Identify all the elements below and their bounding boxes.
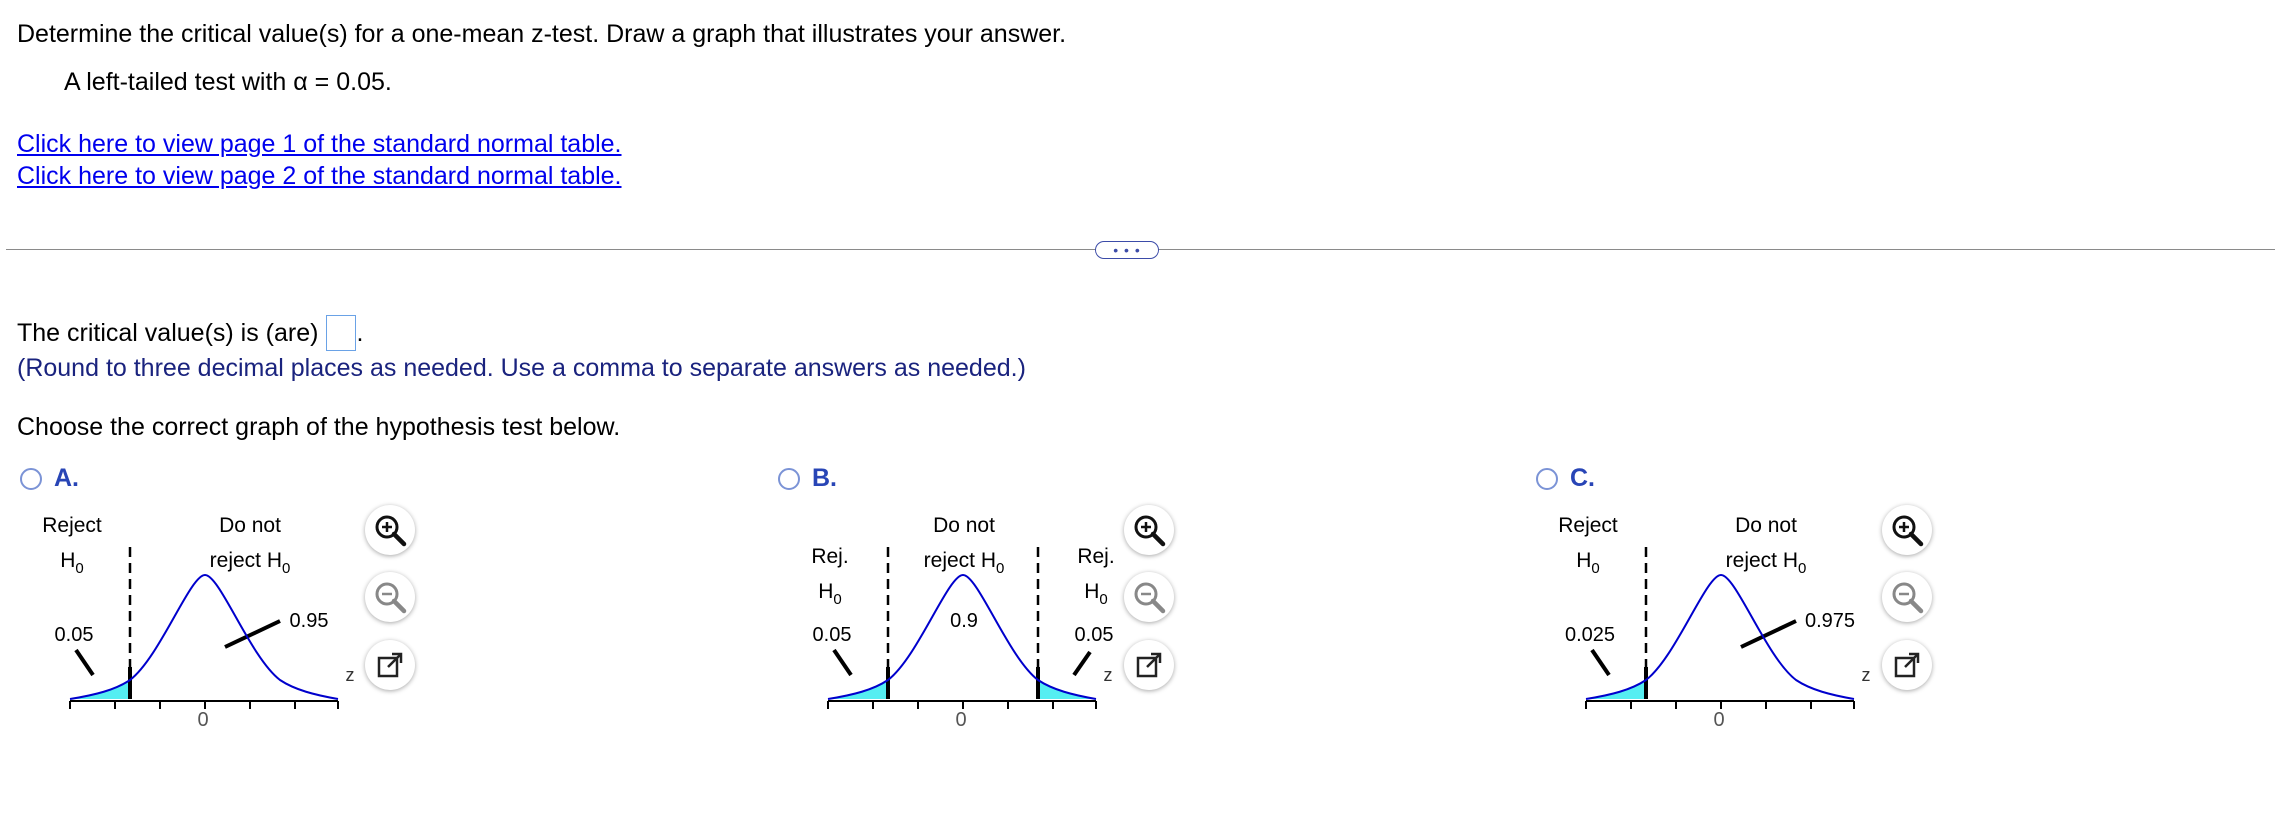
option-c-axis-zero: 0 bbox=[1713, 709, 1724, 731]
option-b-left-pointer bbox=[832, 648, 853, 677]
option-b-right-shade bbox=[1038, 680, 1096, 699]
option-a-head[interactable]: A. bbox=[20, 464, 79, 493]
option-c-reject-h0-label: reject H0 bbox=[1726, 549, 1807, 577]
option-a-letter: A. bbox=[54, 464, 79, 492]
option-c-axis-z: z bbox=[1862, 665, 1871, 685]
open-in-new-window-icon bbox=[1894, 652, 1920, 678]
critical-value-line: The critical value(s) is (are) . bbox=[17, 315, 363, 351]
option-b-rej-left-label: Rej. bbox=[811, 545, 848, 568]
question-prompt: Determine the critical value(s) for a on… bbox=[17, 20, 1067, 48]
option-b-axis-zero: 0 bbox=[955, 709, 966, 731]
option-a-open-window-button[interactable] bbox=[365, 640, 415, 690]
expand-more-button[interactable]: • • • bbox=[1095, 241, 1159, 259]
option-c-open-window-button[interactable] bbox=[1882, 640, 1932, 690]
zoom-out-icon bbox=[1134, 582, 1166, 614]
option-b-rej-left-h: H0 bbox=[818, 580, 842, 608]
option-b-axis-ticks bbox=[827, 701, 1097, 709]
option-b-graph: Rej. H0 Do not reject H0 Rej. H0 0.05 0.… bbox=[811, 514, 1114, 731]
option-c-letter: C. bbox=[1570, 464, 1595, 492]
option-a-axis-ticks bbox=[69, 701, 339, 709]
critical-value-prompt: The critical value(s) is (are) bbox=[17, 318, 319, 347]
option-b-do-not-label: Do not bbox=[933, 514, 995, 537]
rounding-note: (Round to three decimal places as needed… bbox=[17, 354, 1026, 382]
option-a[interactable]: A. bbox=[20, 464, 79, 493]
option-c-zoom-in-button[interactable] bbox=[1882, 505, 1932, 555]
option-c-tail-value: 0.025 bbox=[1565, 624, 1615, 646]
option-a-zoom-out-button[interactable] bbox=[365, 572, 415, 622]
zoom-in-icon bbox=[375, 515, 407, 547]
option-a-tail-pointer bbox=[74, 648, 95, 677]
option-b-open-window-button[interactable] bbox=[1124, 640, 1174, 690]
option-b-radio[interactable] bbox=[778, 467, 800, 490]
alpha-value: α = 0.05. bbox=[293, 68, 392, 96]
option-b-right-tail-value: 0.05 bbox=[1075, 624, 1114, 646]
normal-table-page1-link[interactable]: Click here to view page 1 of the standar… bbox=[17, 130, 622, 159]
option-a-do-not-label: Do not bbox=[219, 514, 281, 537]
option-b-left-shade bbox=[828, 680, 888, 699]
option-c-tail-pointer bbox=[1590, 648, 1611, 677]
option-b-center-value: 0.9 bbox=[950, 610, 978, 632]
option-c-axis-ticks bbox=[1585, 701, 1855, 709]
critical-value-period: . bbox=[356, 318, 364, 347]
option-c-head[interactable]: C. bbox=[1536, 464, 1595, 493]
option-a-axis-zero: 0 bbox=[197, 709, 208, 731]
option-b-rej-right-h: H0 bbox=[1084, 580, 1108, 608]
option-b-head[interactable]: B. bbox=[778, 464, 837, 493]
option-a-reject-h0-label: reject H0 bbox=[210, 549, 291, 577]
option-c-normal-curve bbox=[1585, 573, 1855, 700]
option-a-reject-h: H0 bbox=[60, 549, 84, 577]
zoom-out-icon bbox=[375, 582, 407, 614]
open-in-new-window-icon bbox=[1136, 652, 1162, 678]
critical-value-input[interactable] bbox=[326, 315, 357, 351]
option-a-radio[interactable] bbox=[20, 467, 42, 490]
zoom-in-icon bbox=[1134, 515, 1166, 547]
test-condition: A left-tailed test with α = 0.05. bbox=[64, 68, 392, 97]
option-b-axis-z: z bbox=[1104, 665, 1113, 685]
option-b-letter: B. bbox=[812, 464, 837, 492]
option-c-do-not-label: Do not bbox=[1735, 514, 1797, 537]
option-b-reject-h0-label: reject H0 bbox=[924, 549, 1005, 577]
option-c-reject-h: H0 bbox=[1576, 549, 1600, 577]
option-a-axis-z: z bbox=[346, 665, 355, 685]
open-in-new-window-icon bbox=[377, 652, 403, 678]
option-a-reject-label: Reject bbox=[42, 514, 102, 537]
option-a-graph: Reject H0 Do not reject H0 0.05 0.95 0 z bbox=[42, 514, 355, 731]
test-condition-prefix: A left-tailed test with bbox=[64, 68, 294, 96]
option-a-tail-value: 0.05 bbox=[55, 624, 94, 646]
option-c-radio[interactable] bbox=[1536, 467, 1558, 490]
option-b-normal-curve bbox=[827, 573, 1097, 700]
option-b-right-pointer bbox=[1072, 650, 1092, 677]
option-c-center-pointer bbox=[1740, 619, 1797, 649]
option-b-rej-right-label: Rej. bbox=[1077, 545, 1114, 568]
option-a-center-pointer bbox=[224, 619, 281, 649]
normal-table-page2-link[interactable]: Click here to view page 2 of the standar… bbox=[17, 162, 622, 191]
option-a-left-shade bbox=[70, 680, 130, 699]
option-c-reject-label: Reject bbox=[1558, 514, 1618, 537]
option-c-graph: Reject H0 Do not reject H0 0.025 0.975 0… bbox=[1558, 514, 1871, 731]
option-c-left-shade bbox=[1586, 680, 1646, 699]
option-c-zoom-out-button[interactable] bbox=[1882, 572, 1932, 622]
option-a-center-value: 0.95 bbox=[290, 610, 329, 632]
choose-graph-label: Choose the correct graph of the hypothes… bbox=[17, 413, 621, 441]
option-b[interactable]: B. bbox=[778, 464, 837, 493]
option-b-zoom-in-button[interactable] bbox=[1124, 505, 1174, 555]
zoom-in-icon bbox=[1892, 515, 1924, 547]
option-c[interactable]: C. bbox=[1536, 464, 1595, 493]
option-b-left-tail-value: 0.05 bbox=[813, 624, 852, 646]
option-c-center-value: 0.975 bbox=[1805, 610, 1855, 632]
option-b-zoom-out-button[interactable] bbox=[1124, 572, 1174, 622]
option-a-zoom-in-button[interactable] bbox=[365, 505, 415, 555]
option-a-normal-curve bbox=[69, 573, 339, 700]
zoom-out-icon bbox=[1892, 582, 1924, 614]
